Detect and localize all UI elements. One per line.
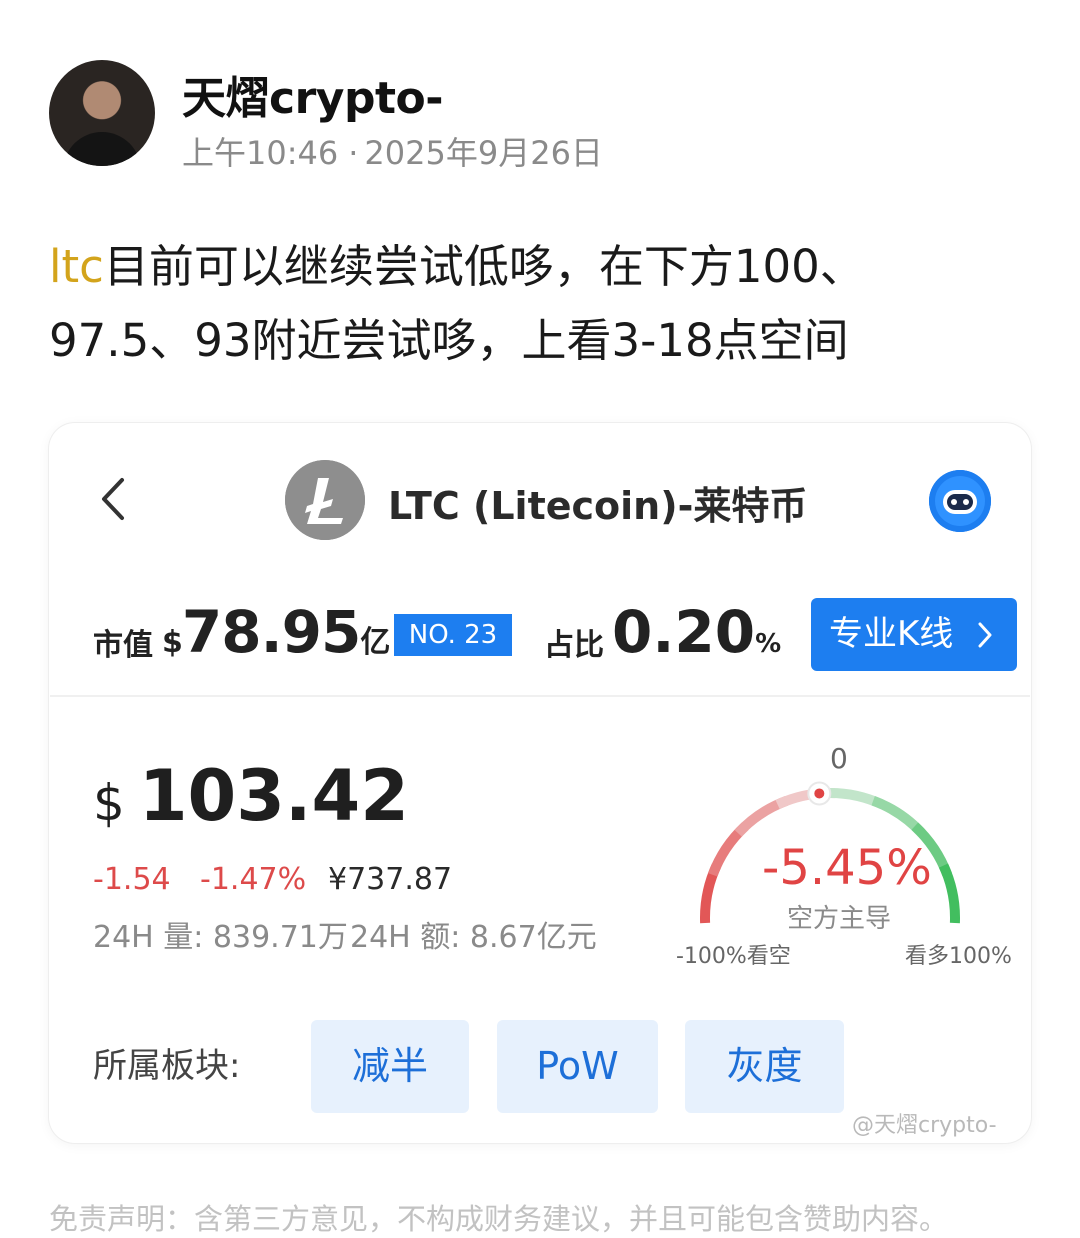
volume-24h: 24H 量: 839.71万 xyxy=(93,920,348,955)
chevron-left-icon[interactable] xyxy=(96,474,136,524)
share-number: 0.20 xyxy=(612,598,756,666)
disclaimer: 免责声明：含第三方意见，不构成财务建议，并且可能包含赞助内容。 xyxy=(49,1202,949,1236)
meta-separator: · xyxy=(348,134,359,172)
market-cap-currency: $ xyxy=(162,625,183,660)
share-value: 0.20% xyxy=(612,598,781,666)
sector-chip-halving[interactable]: 减半 xyxy=(311,1020,469,1113)
litecoin-logo-icon xyxy=(285,460,365,540)
gauge-marker-dot xyxy=(814,788,825,799)
author-name[interactable]: 天熠crypto- xyxy=(182,62,443,126)
post-date: 2025年9月26日 xyxy=(364,134,603,172)
sector-chip-grayscale[interactable]: 灰度 xyxy=(685,1020,844,1113)
sectors-label: 所属板块: xyxy=(93,1046,241,1086)
price-value: 103.42 xyxy=(138,755,409,837)
market-cap-unit: 亿 xyxy=(360,625,390,660)
avatar-silhouette xyxy=(63,132,141,166)
post-line1: 目前可以继续尝试低哆，在下方100、 xyxy=(103,240,865,293)
author-avatar[interactable] xyxy=(49,60,155,166)
gauge-bull-label: 看多100% xyxy=(905,944,1012,969)
robot-assistant-icon[interactable] xyxy=(929,470,991,532)
gauge-segment xyxy=(938,863,960,924)
post-meta: 上午10:46 · 2025年9月26日 xyxy=(182,128,603,174)
market-cap-label: 市值 xyxy=(93,628,153,663)
card-divider xyxy=(50,695,1030,697)
sector-chip-pow[interactable]: PoW xyxy=(497,1020,658,1113)
post-line2: 97.5、93附近尝试哆，上看3-18点空间 xyxy=(49,314,849,367)
sentiment-value: -5.45% xyxy=(762,840,932,896)
coin-tag-link[interactable]: ltc xyxy=(49,240,104,293)
post-time: 上午10:46 xyxy=(182,134,339,172)
gauge-bear-label: -100%看空 xyxy=(676,944,791,969)
price: $103.42 xyxy=(93,755,409,837)
market-cap-value: $78.95亿 xyxy=(162,598,390,666)
change-percent: -1.47% xyxy=(200,862,307,897)
price-cny: ¥737.87 xyxy=(328,862,453,897)
pro-kline-label: 专业K线 xyxy=(829,614,954,654)
post-text: ltc目前可以继续尝试低哆，在下方100、 97.5、93附近尝试哆，上看3-1… xyxy=(49,230,1039,378)
price-currency: $ xyxy=(93,774,125,832)
watermark: @天熠crypto- xyxy=(852,1113,997,1138)
share-label: 占比 xyxy=(544,628,604,663)
coin-title: LTC (Litecoin)-莱特币 xyxy=(388,484,808,528)
rank-badge: NO. 23 xyxy=(394,614,512,656)
pro-kline-button[interactable]: 专业K线 xyxy=(811,598,1017,671)
amount-24h: 24H 额: 8.67亿元 xyxy=(350,920,597,955)
share-unit: % xyxy=(755,629,782,659)
market-cap-number: 78.95 xyxy=(181,598,361,666)
change-absolute: -1.54 xyxy=(93,862,171,897)
sentiment-caption: 空方主导 xyxy=(787,904,892,934)
chevron-right-icon xyxy=(978,622,992,648)
